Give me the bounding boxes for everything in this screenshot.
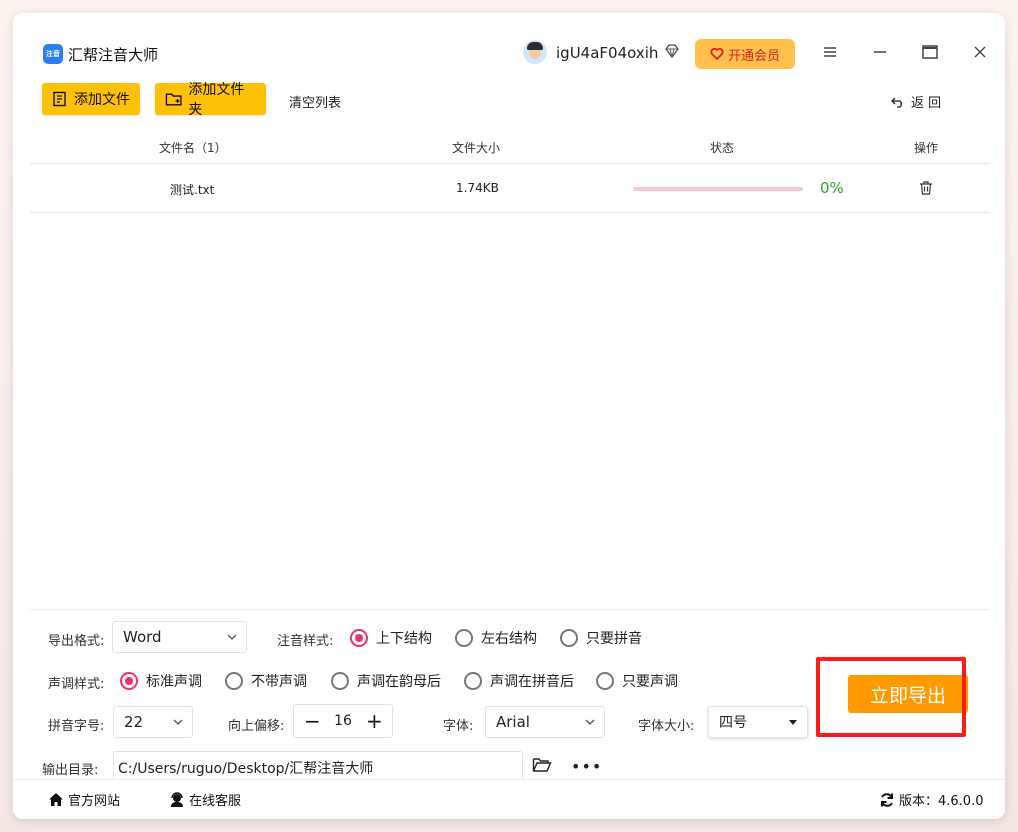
tone-style-label: 声调样式:	[48, 677, 105, 692]
radio-pinyin-top-bottom[interactable]: 上下结构	[350, 628, 432, 648]
version-info: 版本：4.6.0.0	[879, 790, 983, 809]
app-logo-icon: 注音	[43, 44, 63, 64]
title-bar: 注音 汇帮注音大师 igU4aF04oxih 开通会员	[13, 13, 1005, 71]
app-window: 注音 汇帮注音大师 igU4aF04oxih 开通会员 添加文件 添加文件夹 清…	[13, 13, 1005, 819]
progress-percent: 0%	[820, 179, 844, 197]
menu-icon[interactable]	[819, 41, 841, 63]
offset-value: 16	[334, 713, 352, 729]
font-size-label: 字体大小:	[638, 719, 695, 734]
trash-icon[interactable]	[918, 180, 934, 196]
pinyin-size-select[interactable]: 22	[113, 706, 193, 738]
pinyin-style-label: 注音样式:	[277, 634, 334, 649]
decrement-button[interactable]: −	[304, 709, 321, 733]
back-arrow-icon	[891, 97, 902, 108]
diamond-icon[interactable]	[664, 43, 680, 59]
headset-icon	[171, 791, 183, 807]
online-service-link[interactable]: 在线客服	[169, 790, 241, 809]
col-status: 状态	[710, 141, 735, 155]
radio-tone-after-final[interactable]: 声调在韵母后	[331, 671, 441, 691]
radio-tone-only[interactable]: 只要声调	[596, 671, 678, 691]
user-avatar[interactable]	[523, 40, 547, 64]
chevron-down-icon	[173, 719, 183, 725]
clear-list-button[interactable]: 清空列表	[289, 92, 341, 111]
table-header: 文件名（1） 文件大小 状态 操作	[30, 130, 990, 164]
file-size: 1.74KB	[456, 181, 499, 195]
offset-label: 向上偏移:	[228, 719, 285, 734]
file-icon	[53, 91, 66, 107]
caret-down-icon	[789, 720, 797, 725]
table-row[interactable]: 测试.txt 1.74KB 0%	[30, 164, 990, 213]
maximize-icon[interactable]	[919, 41, 941, 63]
vip-button[interactable]: 开通会员	[695, 39, 795, 69]
export-format-label: 导出格式:	[48, 634, 105, 649]
increment-button[interactable]: +	[366, 709, 383, 733]
official-site-link[interactable]: 官方网站	[48, 790, 120, 809]
add-folder-button[interactable]: 添加文件夹	[155, 82, 266, 118]
folder-open-icon[interactable]	[532, 756, 552, 774]
font-label: 字体:	[443, 719, 474, 734]
file-name: 测试.txt	[170, 183, 215, 197]
col-actions: 操作	[914, 141, 939, 155]
refresh-icon	[881, 792, 893, 807]
radio-pinyin-left-right[interactable]: 左右结构	[455, 628, 537, 648]
chevron-down-icon	[585, 719, 595, 725]
username[interactable]: igU4aF04oxih	[556, 44, 658, 62]
footer: 官方网站 在线客服 版本：4.6.0.0	[13, 779, 1005, 819]
progress-bar	[633, 187, 803, 191]
back-button[interactable]: 返 回	[891, 92, 941, 111]
more-icon[interactable]: •••	[571, 757, 602, 776]
col-filesize: 文件大小	[452, 141, 501, 155]
app-title: 汇帮注音大师	[68, 46, 159, 64]
offset-stepper[interactable]: − 16 +	[293, 704, 393, 738]
radio-pinyin-only[interactable]: 只要拼音	[560, 628, 642, 648]
folder-plus-icon	[165, 93, 182, 106]
home-icon	[49, 793, 63, 806]
add-file-button[interactable]: 添加文件	[42, 83, 140, 115]
col-filename: 文件名（1）	[159, 141, 227, 155]
font-select[interactable]: Arial	[485, 706, 605, 738]
output-dir-label: 输出目录:	[42, 763, 99, 778]
pinyin-size-label: 拼音字号:	[48, 719, 105, 734]
radio-tone-after-pinyin[interactable]: 声调在拼音后	[464, 671, 574, 691]
minimize-icon[interactable]	[869, 41, 891, 63]
export-button[interactable]: 立即导出	[848, 675, 968, 713]
font-size-select[interactable]: 四号	[708, 706, 808, 738]
vip-heart-icon	[710, 47, 724, 61]
radio-tone-standard[interactable]: 标准声调	[120, 671, 202, 691]
chevron-down-icon	[227, 634, 237, 640]
radio-tone-none[interactable]: 不带声调	[225, 671, 307, 691]
export-format-select[interactable]: Word	[112, 621, 247, 653]
close-icon[interactable]	[969, 41, 991, 63]
